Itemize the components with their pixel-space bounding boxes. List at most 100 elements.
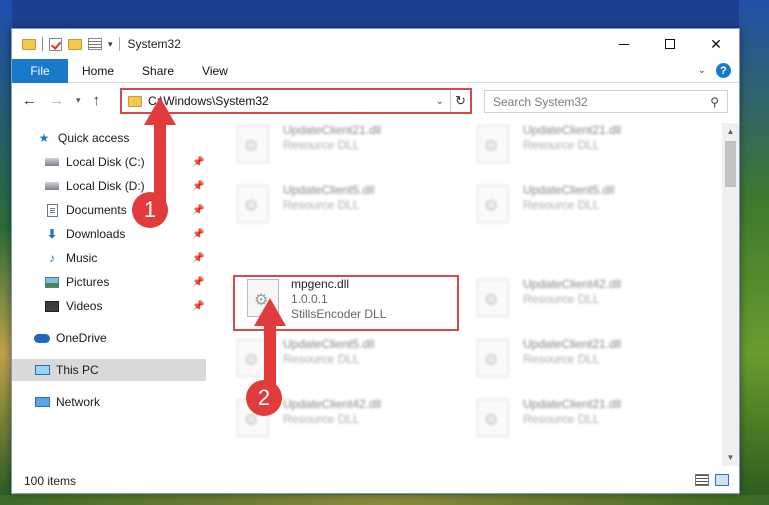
properties-icon[interactable] (88, 38, 102, 50)
close-button[interactable]: ✕ (693, 29, 739, 59)
file-description: Resource DLL (283, 198, 360, 212)
ribbon-right-controls: ⌄ ? (698, 63, 731, 78)
dll-file-icon (477, 125, 509, 163)
tab-home[interactable]: Home (68, 64, 128, 78)
file-name: UpdateClient5.dll (283, 183, 375, 197)
pin-icon[interactable]: 📌 (192, 205, 204, 216)
minimize-button[interactable] (601, 29, 647, 59)
tab-share[interactable]: Share (128, 64, 188, 78)
sidebar-item-network[interactable]: Network (12, 391, 206, 413)
toolbar-divider (42, 37, 43, 51)
file-description: Resource DLL (283, 138, 360, 152)
status-bar: 100 items (12, 469, 739, 493)
quick-access-toolbar: ▾ (22, 37, 113, 51)
window-controls: ✕ (601, 29, 739, 59)
maximize-button[interactable] (647, 29, 693, 59)
file-tile[interactable]: UpdateClient21.dllResource DLL (237, 123, 457, 173)
dll-file-icon (477, 399, 509, 437)
navigation-bar: ← → ▾ ↑ C:\Windows\System32 ⌄ ↻ Search S… (12, 85, 739, 117)
sidebar-item-label: Documents (66, 203, 127, 217)
tab-view[interactable]: View (188, 64, 242, 78)
dll-file-icon (477, 279, 509, 317)
dll-file-icon (477, 185, 509, 223)
file-name: UpdateClient21.dll (283, 123, 382, 137)
window-title: System32 (127, 37, 181, 51)
close-icon: ✕ (710, 35, 722, 52)
pin-icon[interactable]: 📌 (192, 181, 204, 192)
this-pc-icon (34, 363, 50, 377)
properties-check-icon[interactable] (49, 37, 62, 51)
sidebar-item-onedrive[interactable]: OneDrive (12, 327, 206, 349)
ribbon-tabs: File Home Share View ⌄ ? (12, 58, 739, 83)
file-description: Resource DLL (523, 198, 600, 212)
sidebar-item-videos[interactable]: Videos 📌 (12, 295, 206, 317)
minimize-icon (619, 43, 629, 45)
expand-ribbon-icon[interactable]: ⌄ (698, 65, 706, 76)
search-box[interactable]: Search System32 ⚲ (484, 90, 728, 113)
file-tile[interactable]: UpdateClient42.dllResource DLL (477, 277, 697, 327)
sidebar-item-label: Downloads (66, 227, 126, 241)
dll-file-icon (237, 185, 269, 223)
file-name: UpdateClient42.dll (523, 277, 622, 291)
pin-icon[interactable]: 📌 (192, 157, 204, 168)
details-view-icon[interactable] (695, 474, 709, 486)
item-count: 100 items (24, 474, 77, 488)
recent-locations-icon[interactable]: ▾ (76, 95, 81, 106)
nav-buttons: ← → ▾ ↑ (22, 92, 100, 109)
sidebar-item-label: Pictures (66, 275, 110, 289)
tab-file[interactable]: File (12, 58, 68, 83)
scroll-down-icon[interactable]: ▼ (722, 449, 739, 466)
file-tile[interactable]: UpdateClient21.dllResource DLL (477, 337, 697, 387)
up-arrow-icon[interactable]: ↑ (93, 92, 101, 109)
address-dropdown-icon[interactable]: ⌄ (436, 96, 444, 107)
forward-arrow-icon[interactable]: → (49, 92, 64, 109)
title-divider (118, 37, 120, 51)
sidebar-item-label: Music (66, 251, 98, 265)
pin-icon[interactable]: 📌 (192, 229, 204, 240)
annotation-badge-2: 2 (246, 380, 282, 416)
music-icon: ♪ (49, 251, 55, 265)
pin-icon[interactable]: 📌 (192, 301, 204, 312)
view-switcher (695, 474, 729, 486)
sidebar-item-downloads[interactable]: ⬇ Downloads 📌 (12, 223, 206, 245)
pin-icon[interactable]: 📌 (192, 253, 204, 264)
address-path[interactable]: C:\Windows\System32 (148, 94, 436, 108)
dll-file-icon (477, 339, 509, 377)
desktop-wallpaper-bottom (0, 495, 769, 505)
search-icon[interactable]: ⚲ (710, 95, 719, 109)
videos-icon (44, 299, 60, 313)
file-description: Resource DLL (523, 352, 600, 366)
sidebar-item-this-pc[interactable]: This PC (12, 359, 206, 381)
disk-icon (44, 179, 60, 193)
back-arrow-icon[interactable]: ← (22, 92, 37, 109)
new-folder-icon[interactable] (68, 38, 82, 50)
file-description: Resource DLL (283, 412, 360, 426)
scroll-up-icon[interactable]: ▲ (722, 123, 739, 140)
file-name: UpdateClient42.dll (283, 397, 382, 411)
file-tile[interactable]: UpdateClient21.dllResource DLL (477, 123, 697, 173)
help-icon[interactable]: ? (716, 63, 731, 78)
sidebar-item-pictures[interactable]: Pictures 📌 (12, 271, 206, 293)
search-input[interactable]: Search System32 (493, 95, 588, 109)
maximize-icon (665, 39, 675, 49)
sidebar-item-label: This PC (56, 363, 99, 377)
refresh-icon[interactable]: ↻ (450, 90, 470, 112)
sidebar-item-music[interactable]: ♪ Music 📌 (12, 247, 206, 269)
pin-icon[interactable]: 📌 (192, 277, 204, 288)
vertical-scrollbar[interactable]: ▲ ▼ (722, 123, 739, 466)
onedrive-icon (34, 331, 50, 345)
file-name: UpdateClient21.dll (523, 337, 622, 351)
scrollbar-thumb[interactable] (725, 141, 736, 187)
sidebar-item-label: Videos (66, 299, 103, 313)
file-tile[interactable]: UpdateClient21.dllResource DLL (477, 397, 697, 447)
file-name: UpdateClient21.dll (523, 123, 622, 137)
desktop-wallpaper-right (739, 0, 769, 505)
file-tile[interactable]: UpdateClient5.dllResource DLL (477, 183, 697, 233)
tiles-view-icon[interactable] (715, 474, 729, 486)
file-tile[interactable]: UpdateClient5.dllResource DLL (237, 183, 457, 233)
customize-toolbar-dropdown-icon[interactable]: ▾ (108, 39, 113, 50)
folder-icon (22, 38, 36, 50)
file-description: Resource DLL (523, 292, 600, 306)
documents-icon (44, 203, 60, 217)
file-description: Resource DLL (523, 412, 600, 426)
